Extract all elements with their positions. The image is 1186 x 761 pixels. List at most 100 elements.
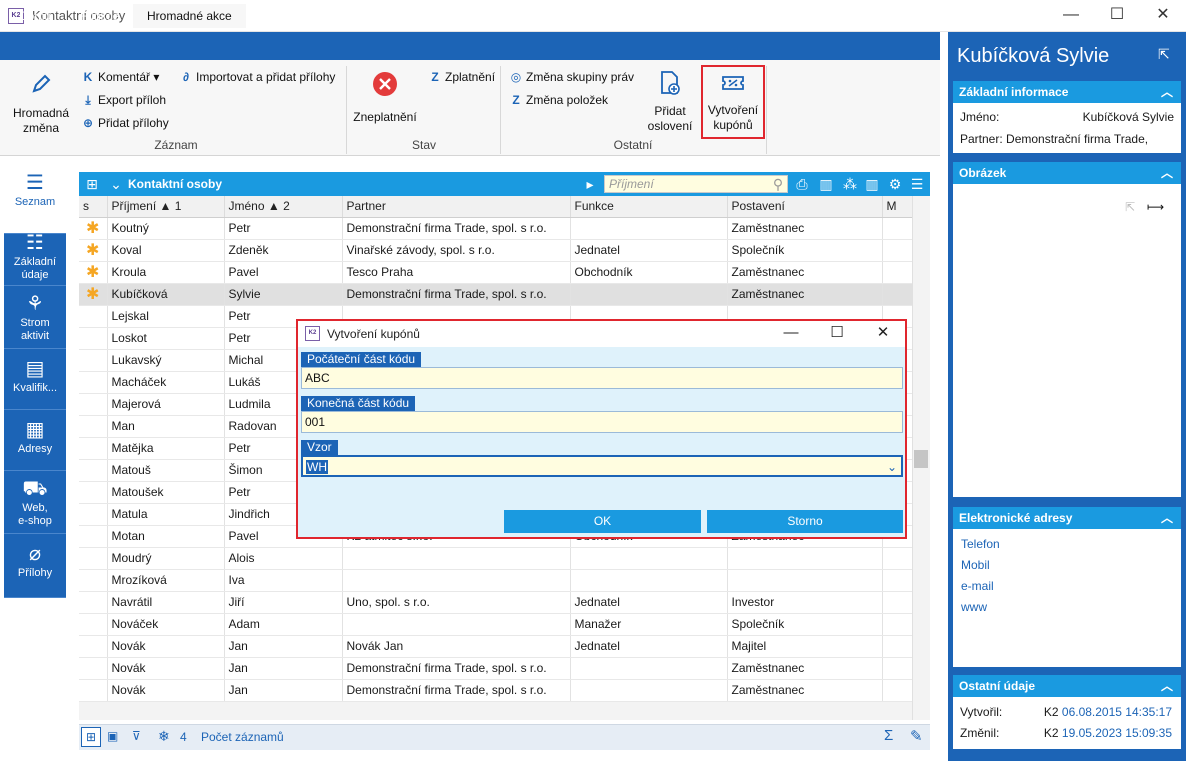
nav-adresy[interactable]: ▦ Adresy xyxy=(4,411,66,471)
scrollbar-thumb[interactable] xyxy=(914,450,928,468)
pridat-prilohy-button[interactable]: ⊕ Přidat přílohy xyxy=(80,113,169,133)
play-arrow-icon[interactable]: ▸ xyxy=(580,175,600,193)
print-icon[interactable]: ⎙ xyxy=(792,175,812,193)
table-row[interactable]: ✱ Koutný Petr Demonstrační firma Trade, spo… xyxy=(79,217,912,240)
dialog-close-button[interactable]: ✕ xyxy=(860,321,906,347)
table-row[interactable]: Navrátil Jiří Uno, spol. s r.o. Jednatel Inv… xyxy=(79,591,912,614)
nav-strom-aktivit[interactable]: ⚘ Strom aktivit xyxy=(4,287,66,349)
nav-prilohy-label: Přílohy xyxy=(17,567,53,579)
cell-postaveni xyxy=(727,569,883,592)
section-header-image[interactable]: Obrázek ︿ xyxy=(953,162,1181,184)
table-row[interactable]: Nováček Adam Manažer Společník xyxy=(79,613,912,636)
tab-system[interactable]: Systém xyxy=(243,4,311,28)
zmena-polozek-button[interactable]: Z Změna položek xyxy=(508,90,608,110)
snowflake-icon[interactable]: ❄ xyxy=(158,728,170,745)
zplatneni-button[interactable]: Z Zplatnění xyxy=(427,67,495,87)
created-user: K2 xyxy=(1043,705,1059,719)
table-row[interactable]: Novák Jan Demonstrační firma Trade, spol. … xyxy=(79,657,912,680)
cell-prijmeni: Man xyxy=(107,415,225,438)
end-code-input[interactable]: 001 xyxy=(301,411,903,433)
table-row[interactable]: ✱ Kubíčková Sylvie Demonstrační firma Trade… xyxy=(79,283,912,306)
chevron-up-icon: ︿ xyxy=(1160,679,1173,693)
link-www[interactable]: www xyxy=(961,600,987,614)
ribbon-separator xyxy=(500,66,501,154)
table-row[interactable]: ✱ Koval Zdeněk Vinařské závody, spol. s r.o… xyxy=(79,239,912,262)
nav-prilohy[interactable]: ⌀ Přílohy xyxy=(4,535,66,598)
horizontal-scrollbar[interactable] xyxy=(79,702,912,720)
col-header-partner[interactable]: Partner xyxy=(342,196,571,218)
group-icon[interactable]: ⁂ xyxy=(840,175,860,193)
record-count-label[interactable]: Počet záznamů xyxy=(201,730,284,744)
nav-web-eshop[interactable]: ⛟ Web, e-shop xyxy=(4,472,66,534)
cell-funkce: Jednatel xyxy=(570,635,728,658)
komentar-button[interactable]: K Komentář ▾ xyxy=(80,67,160,87)
cell-funkce xyxy=(570,283,728,306)
sum-icon[interactable]: Σ xyxy=(884,727,893,744)
dropdown-chevron-icon[interactable]: ⌄ xyxy=(887,457,897,477)
table-row[interactable]: Moudrý Alois xyxy=(79,547,912,570)
book-icon[interactable]: ⊞ xyxy=(82,175,102,193)
gear-icon[interactable]: ⚙ xyxy=(885,175,905,193)
nav-kvalifikace[interactable]: ▤ Kvalifik... xyxy=(4,350,66,410)
search-input[interactable]: Příjmení xyxy=(604,175,788,193)
importovat-button[interactable]: ∂ Importovat a přidat přílohy xyxy=(178,67,335,87)
col-header-m[interactable]: M xyxy=(882,196,912,218)
cell-s xyxy=(79,569,108,592)
filter-icon[interactable]: ⊽ xyxy=(132,729,141,743)
col-header-postaveni[interactable]: Postavení xyxy=(727,196,883,218)
ribbon-separator xyxy=(346,66,347,154)
storno-button[interactable]: Storno xyxy=(707,510,903,533)
book-view-icon[interactable]: ⊞ xyxy=(81,727,101,747)
maximize-button[interactable]: ☐ xyxy=(1094,0,1140,32)
tab-domu[interactable]: Domů xyxy=(5,4,65,28)
export-priloh-button[interactable]: ⤓ Export příloh xyxy=(80,90,166,110)
chart-icon[interactable]: ▥ xyxy=(816,175,836,193)
ok-button[interactable]: OK xyxy=(504,510,701,533)
link-telefon[interactable]: Telefon xyxy=(961,537,1000,551)
zneplatneni-button[interactable]: Zneplatnění xyxy=(350,70,420,125)
tab-hromadne-akce[interactable]: Hromadné akce xyxy=(133,4,246,28)
nav-zakladni-udaje[interactable]: ☷ Základní údaje xyxy=(4,226,66,286)
search-icon[interactable]: ⚲ xyxy=(768,175,788,193)
popout-icon[interactable]: ⇱ xyxy=(1158,46,1170,63)
popout-image-icon[interactable]: ⇱ xyxy=(1125,200,1135,214)
pridat-osloveni-button[interactable]: Přidat oslovení xyxy=(644,70,696,134)
col-header-jmeno[interactable]: Jméno ▲ 2 xyxy=(224,196,343,218)
ribbon-separator xyxy=(766,66,767,154)
col-header-funkce[interactable]: Funkce xyxy=(570,196,728,218)
col-header-s[interactable]: s xyxy=(79,196,108,218)
vytvoreni-kuponu-button[interactable]: Vytvoření kupónů xyxy=(701,65,765,139)
link-email[interactable]: e-mail xyxy=(961,579,994,593)
section-body-image xyxy=(953,184,1181,497)
section-header-other[interactable]: Ostatní údaje ︿ xyxy=(953,675,1181,697)
columns-icon[interactable]: ▥ xyxy=(862,175,882,193)
zmena-skupiny-prav-button[interactable]: ◎ Změna skupiny práv xyxy=(508,67,634,87)
table-row[interactable]: ✱ Kroula Pavel Tesco Praha Obchodník Zaměstna… xyxy=(79,261,912,284)
section-header-electronic[interactable]: Elektronické adresy ︿ xyxy=(953,507,1181,529)
col-header-prijmeni[interactable]: Příjmení ▲ 1 xyxy=(107,196,225,218)
menu-icon[interactable]: ☰ xyxy=(907,175,927,193)
archive-icon[interactable]: ▣ xyxy=(107,729,118,743)
start-code-input[interactable]: ABC xyxy=(301,367,903,389)
nav-adresy-label: Adresy xyxy=(17,443,53,455)
edit-pencil-icon[interactable]: ✎ xyxy=(910,727,923,745)
dialog-maximize-button[interactable]: ☐ xyxy=(814,321,860,347)
cell-partner: Tesco Praha xyxy=(342,261,571,284)
chevron-down-icon[interactable]: ⌄ xyxy=(106,175,126,193)
close-button[interactable]: ✕ xyxy=(1140,0,1186,32)
dialog-minimize-button[interactable]: — xyxy=(768,321,814,347)
table-row[interactable]: Novák Jan Demonstrační firma Trade, spol. … xyxy=(79,679,912,702)
cell-s xyxy=(79,305,108,328)
created-label: Vytvořil: xyxy=(960,705,1003,719)
hromadna-zmena-button[interactable]: Hromadná změna xyxy=(8,72,74,136)
link-mobil[interactable]: Mobil xyxy=(961,558,990,572)
table-row[interactable]: Novák Jan Novák Jan Jednatel Majitel xyxy=(79,635,912,658)
nav-seznam[interactable]: ☰ Seznam xyxy=(4,162,66,234)
pattern-select[interactable]: WH ⌄ xyxy=(301,455,903,477)
chevron-down-icon: ▾ xyxy=(153,70,160,84)
tab-funkce[interactable]: Funkce xyxy=(66,4,133,28)
section-header-basic[interactable]: Základní informace ︿ xyxy=(953,81,1181,103)
table-row[interactable]: Mrozíková Iva xyxy=(79,569,912,592)
fit-width-icon[interactable]: ⟼ xyxy=(1147,200,1164,214)
minimize-button[interactable]: — xyxy=(1048,0,1094,32)
